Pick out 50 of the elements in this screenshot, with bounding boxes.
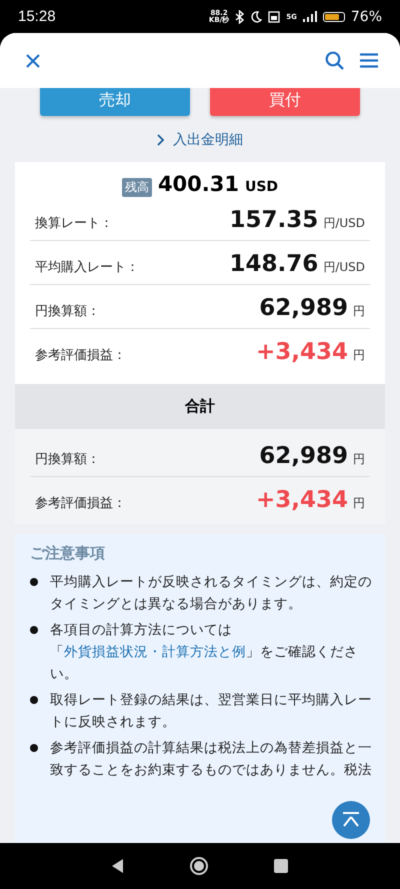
note-text: 参考評価損益の計算結果は税法上の為替差損益と一致することをお約束するものではありません。税法 (50, 739, 373, 780)
battery-percent: 76% (350, 8, 382, 24)
sim-icon (268, 10, 280, 22)
recents-icon[interactable] (274, 859, 288, 873)
total-heading: 合計 (15, 384, 385, 429)
note-text: 平均購入レートが反映されるタイミングは、約定のタイミングとは異なる場合があります。 (50, 573, 373, 614)
row-value: 62,989 (259, 443, 348, 469)
close-icon[interactable] (25, 52, 41, 68)
note-text: 取得レート登録の結果は、翌営業日に平均購入レートに反映されます。 (50, 691, 373, 732)
moon-icon (250, 10, 262, 22)
calculation-link[interactable]: 外貨損益状況・計算方法と例 (64, 644, 246, 660)
bullet-icon (30, 744, 38, 752)
row-unit: 円 (353, 303, 365, 320)
bullet-icon (30, 626, 38, 634)
row-unit: 円/USD (323, 215, 365, 232)
sell-button[interactable]: 売却 (40, 88, 190, 116)
note-text: 各項目の計算方法については「外貨損益状況・計算方法と例」をご確認ください。 (50, 621, 359, 684)
row-label: 参考評価損益： (35, 495, 126, 512)
row-label: 円換算額： (35, 451, 100, 468)
scroll-top-icon (341, 812, 361, 828)
menu-icon[interactable] (360, 53, 378, 68)
row-label: 換算レート： (35, 215, 113, 232)
chevron-right-icon (157, 134, 165, 146)
balance-unit: USD (244, 179, 278, 195)
row-value: 62,989 (259, 295, 348, 321)
buy-button[interactable]: 買付 (210, 88, 360, 116)
bullet-icon (30, 578, 38, 586)
home-icon[interactable] (188, 856, 209, 876)
balance-badge: 残高 (122, 178, 152, 197)
row-label: 平均購入レート： (35, 259, 139, 276)
notes-title: ご注意事項 (30, 544, 106, 563)
bullet-icon (30, 696, 38, 704)
balance-amount: 400.31 (158, 172, 239, 196)
row-value: 148.76 (230, 251, 318, 277)
clock: 15:28 (18, 8, 56, 25)
row-unit: 円/USD (323, 259, 365, 276)
row-unit: 円 (353, 451, 365, 468)
row-value: 157.35 (230, 207, 318, 233)
row-value: +3,434 (256, 487, 348, 513)
search-icon[interactable] (325, 51, 344, 70)
row-unit: 円 (353, 495, 365, 512)
signal-icon (302, 11, 317, 22)
row-label: 円換算額： (35, 303, 100, 320)
bluetooth-icon (235, 10, 244, 24)
history-link[interactable]: 入出金明細 (151, 130, 249, 150)
row-value: +3,434 (256, 339, 348, 365)
row-unit: 円 (353, 347, 365, 364)
back-icon[interactable] (112, 859, 124, 873)
battery-icon (322, 12, 345, 22)
row-label: 参考評価損益： (35, 347, 126, 364)
